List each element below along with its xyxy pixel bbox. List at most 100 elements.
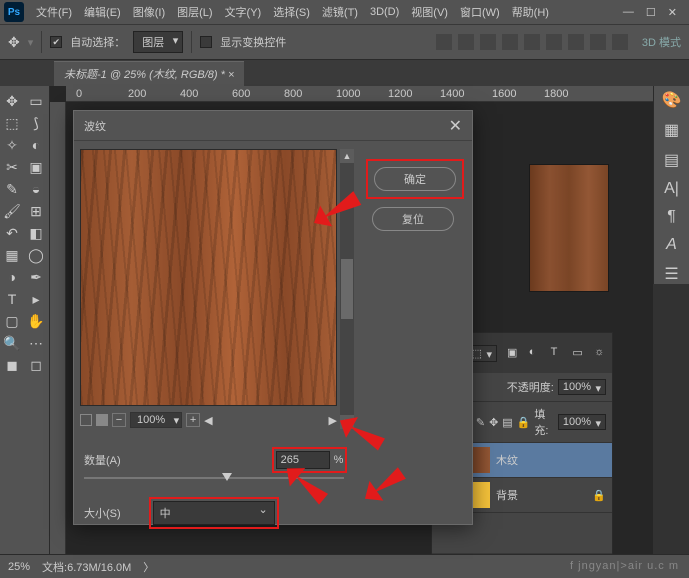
artboard-tool[interactable]: ▭ — [24, 90, 48, 112]
menu-help[interactable]: 帮助(H) — [506, 4, 555, 20]
document-tab[interactable]: 未标题-1 @ 25% (木纹, RGB/8) * × — [54, 61, 244, 86]
filter-icon[interactable]: ▣ — [507, 346, 519, 360]
background-color[interactable]: ◻ — [24, 354, 48, 376]
lasso-tool[interactable]: ⟆ — [24, 112, 48, 134]
foreground-color[interactable]: ◼ — [0, 354, 24, 376]
align-icon[interactable] — [546, 34, 562, 50]
edit-toolbar[interactable]: ⋯ — [24, 332, 48, 354]
nav-right-icon[interactable]: ▶ — [329, 414, 337, 427]
filter-icon[interactable]: ☼ — [594, 346, 606, 360]
crop-tool[interactable]: ✂ — [0, 156, 24, 178]
menu-bar: Ps 文件(F) 编辑(E) 图像(I) 图层(L) 文字(Y) 选择(S) 滤… — [0, 0, 689, 24]
align-icon[interactable] — [590, 34, 606, 50]
layer-name: 木纹 — [496, 452, 518, 468]
fill-input[interactable]: 100% — [558, 414, 606, 430]
rectangle-tool[interactable]: ▢ — [0, 310, 24, 332]
frame-tool[interactable]: ▣ — [24, 156, 48, 178]
zoom-tool[interactable]: 🔍 — [0, 332, 24, 354]
align-icon[interactable] — [480, 34, 496, 50]
menu-layer[interactable]: 图层(L) — [171, 4, 218, 20]
zoom-in-button[interactable]: + — [186, 413, 200, 427]
zoom-out-button[interactable]: − — [112, 413, 126, 427]
zoom-select[interactable]: 100% — [130, 412, 182, 428]
marquee-tool[interactable]: ⬚ — [0, 112, 24, 134]
move-tool-icon: ✥ — [8, 34, 20, 51]
dialog-title: 波纹 — [84, 118, 106, 134]
gradient-tool[interactable]: ▦ — [0, 244, 24, 266]
lock-icon[interactable]: ✥ — [489, 416, 498, 429]
menu-type[interactable]: 文字(Y) — [219, 4, 268, 20]
toolbox: ✥▭ ⬚⟆ ✧◐ ✂▣ ✎◒ 🖌⊞ ↶◧ ▦◯ ◑✒ T▸ ▢✋ 🔍⋯ ◼◻ — [0, 86, 50, 554]
window-minimize-icon[interactable]: — — [623, 6, 634, 19]
auto-select-target[interactable]: 图层 — [133, 31, 183, 53]
tab-close-icon[interactable]: × — [228, 69, 234, 81]
spot-heal-tool[interactable]: ◒ — [24, 178, 48, 200]
zoom-level[interactable]: 25% — [8, 561, 30, 573]
menu-file[interactable]: 文件(F) — [30, 4, 78, 20]
pen-tool[interactable]: ✒ — [24, 266, 48, 288]
3d-mode-label: 3D 模式 — [642, 34, 681, 50]
menu-3d[interactable]: 3D(D) — [364, 6, 405, 18]
clone-stamp-tool[interactable]: ⊞ — [24, 200, 48, 222]
window-maximize-icon[interactable]: ☐ — [646, 6, 656, 19]
options-bar: ✥ ▾ ✔ 自动选择： 图层 显示变换控件 3D 模式 — [0, 24, 689, 60]
quick-select-tool[interactable]: ◐ — [24, 134, 48, 156]
opacity-input[interactable]: 100% — [558, 379, 606, 395]
libraries-panel-icon[interactable]: ▤ — [664, 150, 679, 170]
nav-left-icon[interactable]: ◀ — [204, 414, 212, 427]
ripple-dialog: 波纹 ✕ ▲▼ − 100% + ◀ ▶ 确定 复位 数量(A) % 大小(S)… — [73, 110, 473, 525]
filter-icon[interactable]: ▭ — [572, 346, 584, 360]
auto-select-checkbox[interactable]: ✔ — [50, 36, 62, 48]
type-tool[interactable]: T — [0, 288, 24, 310]
align-icon[interactable] — [612, 34, 628, 50]
ripple-preview — [80, 149, 337, 406]
align-icon[interactable] — [524, 34, 540, 50]
hand-tool[interactable]: ✋ — [24, 310, 48, 332]
character-panel-icon[interactable]: A| — [664, 180, 679, 198]
size-select[interactable]: 中 — [153, 501, 275, 525]
layer-name: 背景 — [496, 487, 518, 503]
properties-panel-icon[interactable]: ☰ — [664, 264, 678, 284]
swatches-panel-icon[interactable]: ▦ — [664, 120, 679, 140]
history-brush-tool[interactable]: ↶ — [0, 222, 24, 244]
ruler-horizontal: 020040060080010001200140016001800 — [66, 86, 653, 102]
move-tool[interactable]: ✥ — [0, 90, 24, 112]
lock-icon[interactable]: ✎ — [476, 416, 485, 429]
filter-icon[interactable]: ◐ — [529, 346, 541, 360]
menu-window[interactable]: 窗口(W) — [454, 4, 506, 20]
path-select-tool[interactable]: ▸ — [24, 288, 48, 310]
menu-select[interactable]: 选择(S) — [267, 4, 316, 20]
dialog-close-icon[interactable]: ✕ — [449, 116, 462, 136]
align-icon[interactable] — [568, 34, 584, 50]
lock-icon[interactable]: 🔒 — [517, 416, 531, 429]
menu-edit[interactable]: 编辑(E) — [78, 4, 127, 20]
brush-tool[interactable]: 🖌 — [0, 200, 24, 222]
auto-select-label: 自动选择： — [70, 34, 125, 50]
reset-button[interactable]: 复位 — [372, 207, 454, 231]
dodge-tool[interactable]: ◑ — [0, 266, 24, 288]
color-panel-icon[interactable]: 🎨 — [662, 90, 682, 110]
glyphs-panel-icon[interactable]: A — [666, 236, 677, 254]
blur-tool[interactable]: ◯ — [24, 244, 48, 266]
window-close-icon[interactable]: ✕ — [668, 6, 677, 19]
paragraph-panel-icon[interactable]: ¶ — [667, 208, 676, 226]
app-logo: Ps — [4, 2, 24, 22]
eraser-tool[interactable]: ◧ — [24, 222, 48, 244]
align-icon[interactable] — [502, 34, 518, 50]
show-transform-label: 显示变换控件 — [220, 34, 286, 50]
menu-image[interactable]: 图像(I) — [127, 4, 171, 20]
magic-wand-tool[interactable]: ✧ — [0, 134, 24, 156]
show-transform-checkbox[interactable] — [200, 36, 212, 48]
amount-label: 数量(A) — [84, 452, 121, 468]
menu-filter[interactable]: 滤镜(T) — [316, 4, 364, 20]
preview-toggle[interactable] — [80, 414, 92, 426]
align-icon[interactable] — [436, 34, 452, 50]
lock-icon[interactable]: ▤ — [502, 416, 512, 429]
watermark: f jngyan|>air u.c m — [570, 560, 679, 572]
menu-view[interactable]: 视图(V) — [405, 4, 454, 20]
preview-toggle[interactable] — [96, 414, 108, 426]
filter-icon[interactable]: T — [551, 346, 563, 360]
eyedropper-tool[interactable]: ✎ — [0, 178, 24, 200]
align-icon[interactable] — [458, 34, 474, 50]
ok-button[interactable]: 确定 — [374, 167, 456, 191]
